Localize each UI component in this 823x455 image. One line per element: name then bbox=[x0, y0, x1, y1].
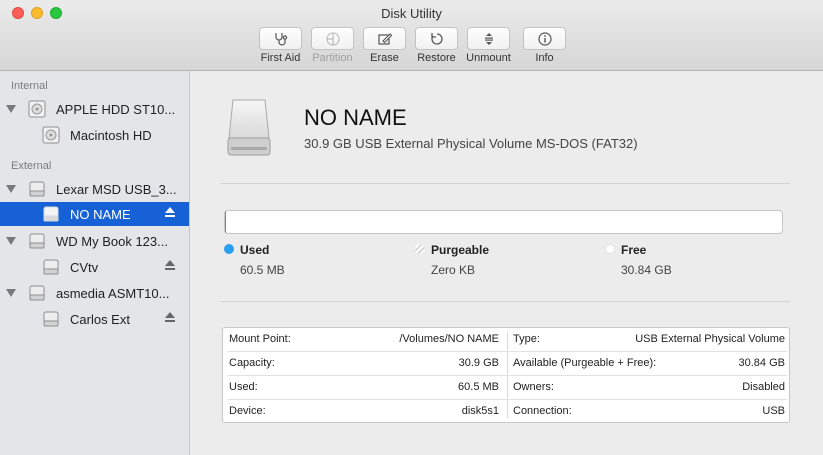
disclosure-triangle-icon[interactable] bbox=[6, 105, 16, 113]
volume-drive-icon bbox=[227, 99, 271, 156]
external-volume-icon bbox=[43, 259, 59, 275]
table-row: Device: disk5s1 Connection: USB bbox=[223, 400, 791, 424]
capacity-value: 30.9 GB bbox=[458, 357, 499, 369]
window-title: Disk Utility bbox=[381, 6, 442, 21]
disclosure-triangle-icon[interactable] bbox=[6, 289, 16, 297]
pencil-erase-icon bbox=[377, 33, 392, 45]
first-aid-button[interactable]: First Aid bbox=[259, 27, 302, 64]
sidebar-item-label: APPLE HDD ST10... bbox=[56, 102, 176, 117]
volume-info-table: Mount Point: /Volumes/NO NAME Type: USB … bbox=[222, 327, 790, 423]
sidebar-item-cvtv[interactable]: CVtv bbox=[0, 255, 189, 279]
erase-button[interactable]: Erase bbox=[363, 27, 406, 64]
internal-disk-icon bbox=[28, 100, 46, 118]
table-row: Capacity: 30.9 GB Available (Purgeable +… bbox=[223, 352, 791, 376]
legend-value: 30.84 GB bbox=[621, 263, 672, 277]
sidebar: Internal APPLE HDD ST10... Macintosh HD … bbox=[0, 71, 190, 455]
legend-label: Free bbox=[621, 243, 647, 257]
sidebar-item-label: Macintosh HD bbox=[70, 128, 152, 143]
partition-button[interactable]: Partition bbox=[311, 27, 354, 64]
sidebar-item-label: CVtv bbox=[70, 260, 99, 275]
owners-value: Disabled bbox=[742, 381, 785, 393]
volume-description: 30.9 GB USB External Physical Volume MS-… bbox=[304, 136, 638, 151]
table-row: Used: 60.5 MB Owners: Disabled bbox=[223, 376, 791, 400]
internal-volume-icon bbox=[42, 126, 60, 144]
mount-point-key: Mount Point: bbox=[229, 333, 291, 345]
disclosure-triangle-icon[interactable] bbox=[6, 185, 16, 193]
sidebar-item-wd-my-book[interactable]: WD My Book 123... bbox=[0, 229, 189, 253]
sidebar-item-macintosh-hd[interactable]: Macintosh HD bbox=[0, 123, 189, 147]
connection-value: USB bbox=[762, 405, 785, 417]
sidebar-item-lexar[interactable]: Lexar MSD USB_3... bbox=[0, 177, 189, 201]
window-toolbar: Disk Utility First Aid Partition Erase R… bbox=[0, 0, 823, 71]
legend-value: 60.5 MB bbox=[240, 263, 285, 277]
eject-icon[interactable] bbox=[165, 260, 175, 271]
device-key: Device: bbox=[229, 405, 266, 417]
used-value: 60.5 MB bbox=[458, 381, 499, 393]
stethoscope-icon bbox=[274, 33, 287, 46]
section-header-external: External bbox=[11, 160, 52, 172]
purgeable-dot-icon bbox=[415, 244, 425, 254]
used-key: Used: bbox=[229, 381, 258, 393]
external-disk-icon bbox=[29, 181, 45, 197]
section-header-internal: Internal bbox=[11, 80, 48, 92]
volume-detail-pane: NO NAME 30.9 GB USB External Physical Vo… bbox=[190, 71, 823, 455]
volume-name: NO NAME bbox=[304, 105, 407, 130]
sidebar-item-label: NO NAME bbox=[70, 207, 131, 222]
usage-bar-used-fill bbox=[225, 211, 226, 233]
type-key: Type: bbox=[513, 333, 540, 345]
legend-value: Zero KB bbox=[431, 263, 476, 277]
sidebar-item-apple-hdd[interactable]: APPLE HDD ST10... bbox=[0, 97, 189, 121]
capacity-key: Capacity: bbox=[229, 357, 275, 369]
info-icon bbox=[537, 32, 552, 46]
legend-label: Purgeable bbox=[431, 243, 490, 257]
sidebar-item-asmedia[interactable]: asmedia ASMT10... bbox=[0, 281, 189, 305]
owners-key: Owners: bbox=[513, 381, 554, 393]
usage-bar bbox=[224, 210, 783, 234]
info-label: Info bbox=[535, 52, 554, 64]
restore-button[interactable]: Restore bbox=[415, 27, 458, 64]
disclosure-triangle-icon[interactable] bbox=[6, 237, 16, 245]
sidebar-item-label: Carlos Ext bbox=[70, 312, 130, 327]
mount-point-value: /Volumes/NO NAME bbox=[399, 333, 499, 345]
sidebar-item-label: Lexar MSD USB_3... bbox=[56, 182, 177, 197]
eject-icon[interactable] bbox=[165, 207, 175, 218]
sidebar-item-no-name[interactable]: NO NAME bbox=[0, 202, 189, 226]
available-value: 30.84 GB bbox=[738, 357, 785, 369]
table-row: Mount Point: /Volumes/NO NAME Type: USB … bbox=[223, 328, 791, 352]
eject-icon[interactable] bbox=[165, 312, 175, 323]
device-value: disk5s1 bbox=[461, 405, 499, 417]
external-disk-icon bbox=[29, 233, 45, 249]
pie-chart-icon bbox=[325, 32, 340, 46]
free-dot-icon bbox=[605, 244, 615, 254]
available-key: Available (Purgeable + Free): bbox=[513, 357, 657, 369]
unmount-button[interactable]: Unmount bbox=[466, 27, 511, 64]
unmount-icon bbox=[484, 33, 493, 45]
sidebar-item-carlos-ext[interactable]: Carlos Ext bbox=[0, 307, 189, 331]
restore-arrow-icon bbox=[430, 33, 443, 45]
external-volume-icon bbox=[43, 311, 59, 327]
sidebar-item-label: WD My Book 123... bbox=[56, 234, 168, 249]
divider bbox=[221, 301, 790, 302]
divider bbox=[221, 183, 790, 184]
external-volume-icon bbox=[43, 206, 59, 222]
type-value: USB External Physical Volume bbox=[635, 333, 785, 345]
external-disk-icon bbox=[29, 285, 45, 301]
legend-label: Used bbox=[240, 243, 270, 257]
connection-key: Connection: bbox=[513, 405, 572, 417]
info-button[interactable]: Info bbox=[523, 27, 566, 64]
sidebar-item-label: asmedia ASMT10... bbox=[56, 286, 170, 301]
used-dot-icon bbox=[224, 244, 234, 254]
